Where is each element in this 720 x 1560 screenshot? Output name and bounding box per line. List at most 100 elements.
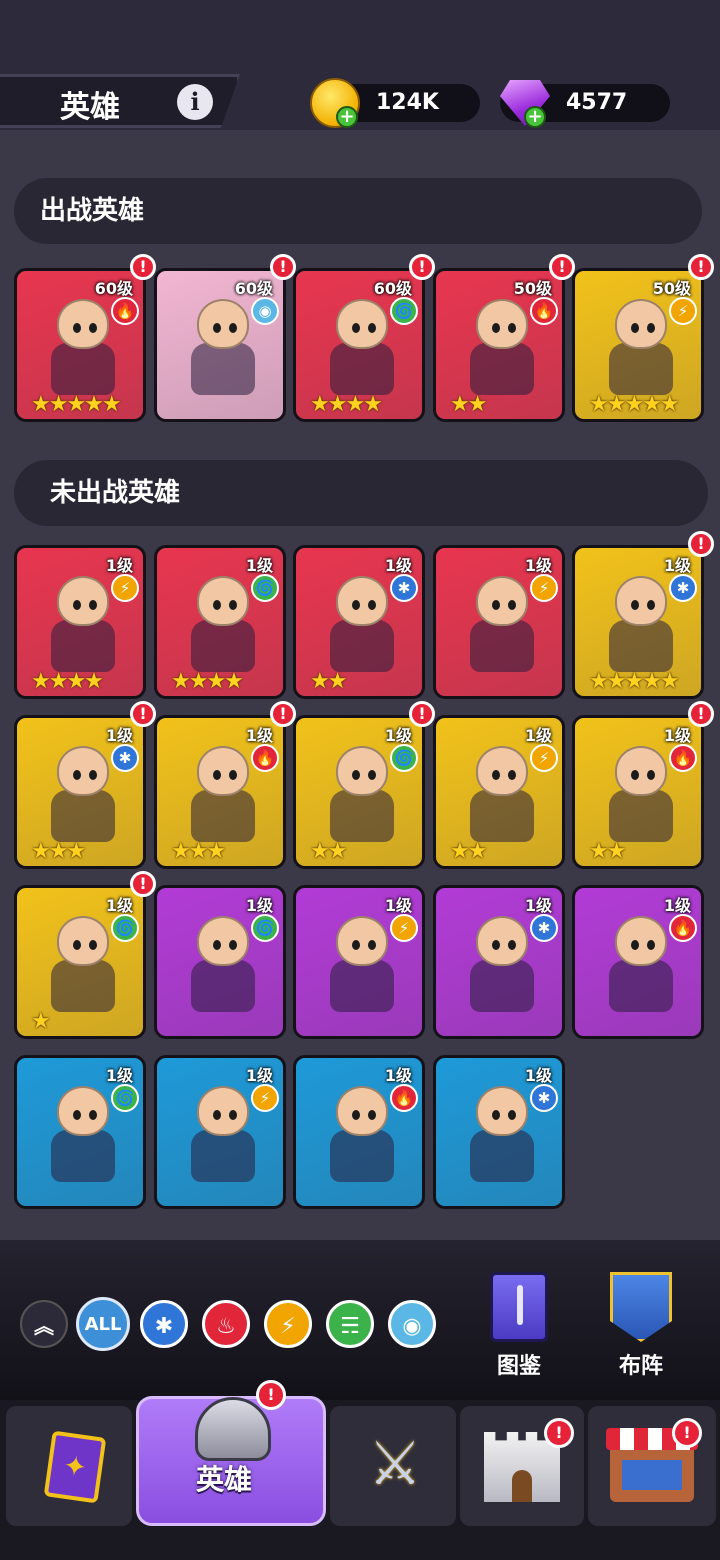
filter-ice-icon[interactable]: ✱ [140,1300,188,1348]
hero-alert-icon: ! [688,254,714,280]
hero-level: 50级 [652,279,691,298]
hero-stars: ★★ [450,392,487,417]
hero-stars: ★★★ [171,839,226,864]
hero-card[interactable]: 1级 ⚡ [433,545,565,699]
wind-element-icon: 🌀 [390,744,418,772]
hero-card[interactable]: 1级 ✱ [433,885,565,1039]
card-icon: ✦ [43,1430,107,1504]
hero-card[interactable]: 1级 ✱ ★★★★★ [572,545,704,699]
hero-alert-icon: ! [130,701,156,727]
formation-button[interactable]: 布阵 [596,1268,686,1379]
hero-level: 60级 [373,279,412,298]
hero-alert-icon: ! [688,701,714,727]
hero-card[interactable]: 1级 ✱ [433,1055,565,1209]
fire-element-icon: 🔥 [111,297,139,325]
hero-card[interactable]: 60级 🌀 ★★★★ [293,268,425,422]
ice-element-icon: ✱ [530,914,558,942]
info-icon[interactable]: i [177,84,213,120]
lightning-element-icon: ⚡ [251,1084,279,1112]
hero-level: 1级 [105,726,133,745]
hero-level: 1级 [105,896,133,915]
hero-level: 1级 [105,556,133,575]
wind-element-icon: 🌀 [251,574,279,602]
wind-element-icon: 🌀 [251,914,279,942]
deployed-section-title: 出战英雄 [40,196,145,226]
fire-element-icon: 🔥 [530,297,558,325]
hero-level: 60级 [234,279,273,298]
hero-card[interactable]: 50级 ⚡ ★★★★★ [572,268,704,422]
hero-card[interactable]: 1级 ⚡ ★★★★ [14,545,146,699]
hero-card[interactable]: 1级 🌀 [154,885,286,1039]
shield-sword-icon [610,1272,672,1342]
filter-all-label: ALL [84,1314,122,1335]
codex-button[interactable]: 图鉴 [474,1268,564,1379]
wind-element-icon: 🌀 [111,914,139,942]
hero-stars: ★★★★ [171,669,244,694]
hero-level: 1级 [663,726,691,745]
fire-element-icon: 🔥 [669,744,697,772]
nav-tab-battle[interactable]: ⚔ [330,1406,456,1526]
hero-card[interactable]: 50级 🔥 ★★ [433,268,565,422]
ice-element-icon: ✱ [111,744,139,772]
hero-alert-icon: ! [130,871,156,897]
filter-all-button[interactable]: ALL [76,1297,130,1351]
hero-card[interactable]: 1级 🌀 [14,1055,146,1209]
filter-fire-icon[interactable]: ♨ [202,1300,250,1348]
hero-card[interactable]: 60级 ◉ [154,268,286,422]
hero-level: 1级 [524,556,552,575]
add-gems-plus-icon[interactable]: + [524,106,546,128]
hero-card[interactable]: 1级 🌀 ★★★★ [154,545,286,699]
lightning-element-icon: ⚡ [669,297,697,325]
nav-tab-cards[interactable]: ✦ [6,1406,132,1526]
hero-stars: ★★★★ [31,669,104,694]
deployed-section-header: 出战英雄 [14,178,702,244]
hero-alert-icon: ! [270,254,296,280]
hero-card[interactable]: 1级 🌀 ★ [14,885,146,1039]
page-title: 英雄 [60,90,120,125]
hero-card[interactable]: 1级 ✱ ★★★ [14,715,146,869]
filter-wind-icon[interactable]: ☴ [326,1300,374,1348]
hero-stars: ★★ [310,839,347,864]
lightning-element-icon: ⚡ [530,744,558,772]
hero-card[interactable]: 1级 ⚡ ★★ [433,715,565,869]
hero-alert-icon: ! [409,254,435,280]
hero-level: 1级 [663,556,691,575]
filter-eye-icon[interactable]: ◉ [388,1300,436,1348]
collapse-chevron-icon[interactable]: ︽ [20,1300,68,1348]
hero-card[interactable]: 1级 🔥 [572,885,704,1039]
hero-level: 1级 [384,896,412,915]
lightning-element-icon: ⚡ [111,574,139,602]
fire-element-icon: 🔥 [251,744,279,772]
hero-card[interactable]: 1级 🔥 [293,1055,425,1209]
undeployed-section-title: 未出战英雄 [50,478,181,508]
hero-level: 1级 [524,1066,552,1085]
hero-level: 1级 [245,556,273,575]
ice-element-icon: ✱ [390,574,418,602]
hero-card[interactable]: 1级 ⚡ [293,885,425,1039]
hero-alert-icon: ! [688,531,714,557]
hero-card[interactable]: 1级 🔥 ★★ [572,715,704,869]
wind-element-icon: 🌀 [111,1084,139,1112]
hero-card[interactable]: 1级 🌀 ★★ [293,715,425,869]
hero-stars: ★★ [310,669,347,694]
undeployed-section-header: 未出战英雄 [14,460,708,526]
filter-lightning-icon[interactable]: ⚡ [264,1300,312,1348]
add-coins-plus-icon[interactable]: + [336,106,358,128]
hero-card[interactable]: 1级 🔥 ★★★ [154,715,286,869]
hero-level: 1级 [245,1066,273,1085]
fire-element-icon: 🔥 [669,914,697,942]
hero-level: 50级 [513,279,552,298]
eye-element-icon: ◉ [251,297,279,325]
hero-card[interactable]: 1级 ✱ ★★ [293,545,425,699]
coin-amount: 124K [376,90,439,115]
lightning-element-icon: ⚡ [390,914,418,942]
gem-amount: 4577 [566,90,628,115]
hero-level: 1级 [524,726,552,745]
hero-level: 1级 [384,556,412,575]
nav-castle-alert-icon: ! [544,1418,574,1448]
hero-card[interactable]: 1级 ⚡ [154,1055,286,1209]
hero-card[interactable]: 60级 🔥 ★★★★★ [14,268,146,422]
ice-element-icon: ✱ [530,1084,558,1112]
hero-level: 1级 [384,1066,412,1085]
ice-element-icon: ✱ [669,574,697,602]
